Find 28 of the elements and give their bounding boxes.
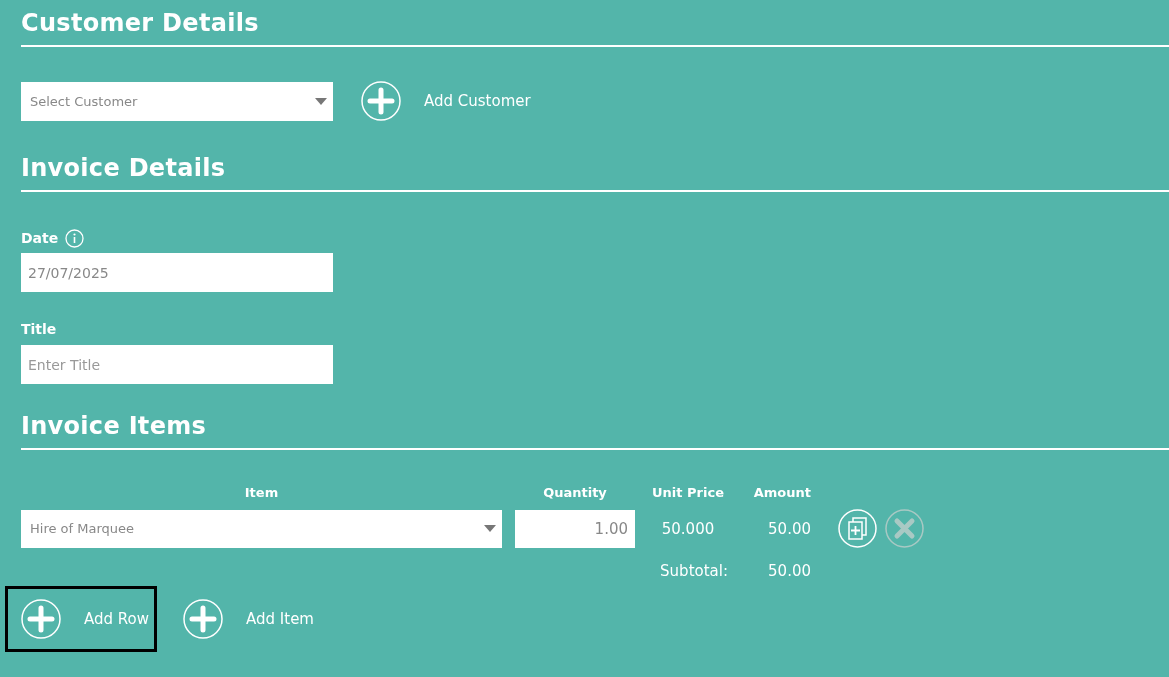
copy-add-icon[interactable] [838, 509, 877, 548]
customer-select[interactable]: Select Customer [21, 81, 333, 121]
unit-price-cell-text: 50.000 [660, 519, 716, 538]
info-icon[interactable] [65, 228, 85, 248]
section-heading: Invoice Items [21, 411, 208, 441]
column-header: Amount [752, 485, 811, 502]
add-item-button[interactable]: Add Item [167, 586, 322, 652]
subtotal-label: Subtotal: [659, 562, 728, 580]
add-icon [21, 599, 61, 639]
field-label: Title [21, 321, 57, 337]
section-heading: Customer Details [21, 8, 260, 38]
item-select[interactable]: Hire of Marquee [21, 509, 502, 548]
title-field[interactable]: Enter Title [21, 345, 333, 384]
add-icon [183, 599, 223, 639]
add-customer-link[interactable]: Add Customer [424, 92, 531, 110]
add-row-button[interactable]: Add Row [5, 586, 157, 652]
column-header: Unit Price [651, 485, 725, 502]
add-icon[interactable] [361, 81, 401, 121]
subtotal-value: 50.00 [767, 562, 811, 580]
column-header: Item [243, 485, 280, 502]
quantity-field[interactable]: 1.00 [515, 509, 635, 548]
caret-icon [315, 97, 327, 105]
caret-icon [484, 525, 496, 532]
field-label: Date [21, 230, 59, 246]
date-field[interactable]: 27/07/2025 [21, 253, 333, 292]
column-header: Quantity [542, 485, 608, 502]
section-heading: Invoice Details [21, 153, 227, 183]
amount-cell-text: 50.00 [767, 519, 811, 538]
